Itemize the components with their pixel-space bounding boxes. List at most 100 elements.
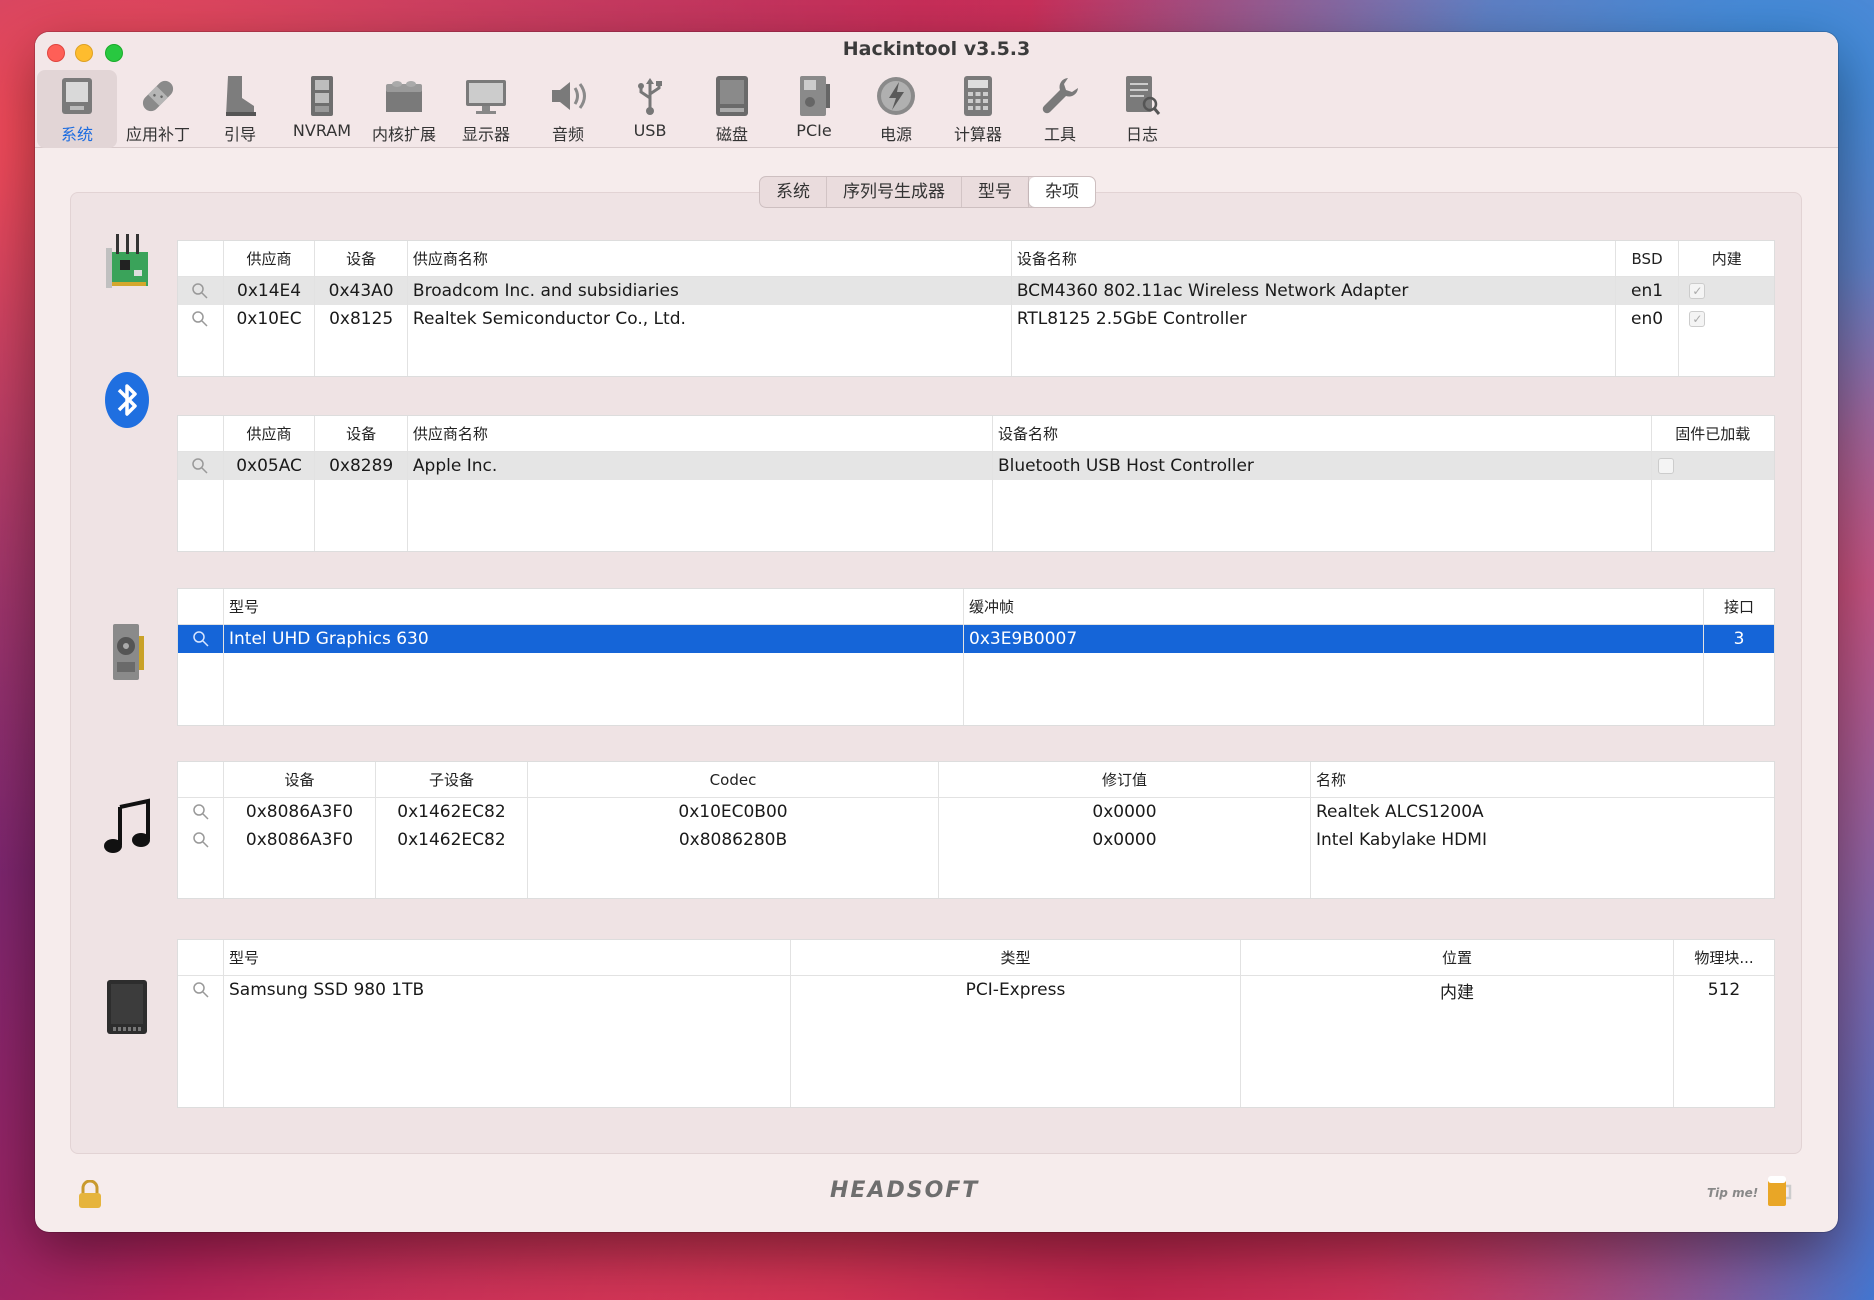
search-icon[interactable] [178, 798, 224, 826]
toolbar-pcie[interactable]: PCIe [773, 70, 855, 148]
graphics-card-icon [97, 622, 157, 682]
column-header[interactable]: 接口 [1704, 589, 1774, 624]
toolbar-display[interactable]: 显示器 [445, 70, 527, 148]
tab-misc[interactable]: 杂项 [1029, 177, 1095, 207]
toolbar-label: USB [633, 121, 667, 140]
column-header[interactable]: 设备名称 [1012, 241, 1616, 276]
network-table: 供应商 设备 供应商名称 设备名称 BSD 内建 0x14E4 0x43A0 B… [177, 240, 1775, 377]
toolbar-audio[interactable]: 音频 [527, 70, 609, 148]
toolbar-disk[interactable]: 磁盘 [691, 70, 773, 148]
search-icon[interactable] [178, 277, 224, 305]
type-cell: PCI-Express [791, 976, 1241, 1004]
beer-icon[interactable] [1765, 1172, 1793, 1212]
toolbar-usb[interactable]: USB [609, 70, 691, 148]
table-header: 型号 类型 位置 物理块... [178, 940, 1774, 976]
toolbar-label: 系统 [60, 125, 93, 144]
subdevice-cell: 0x1462EC82 [376, 826, 528, 854]
search-icon[interactable] [178, 625, 224, 653]
patch-icon [135, 74, 181, 118]
column-header[interactable]: Codec [528, 762, 939, 797]
search-icon[interactable] [178, 452, 224, 480]
device-cell: 0x8086A3F0 [224, 826, 376, 854]
search-icon[interactable] [178, 826, 224, 854]
device-cell: 0x8086A3F0 [224, 798, 376, 826]
toolbar-calculator[interactable]: 计算器 [937, 70, 1019, 148]
toolbar-boot[interactable]: 引导 [199, 70, 281, 148]
graphics-table: 型号 缓冲帧 接口 Intel UHD Graphics 630 0x3E9B0… [177, 588, 1775, 726]
builtin-checkbox[interactable]: ✓ [1679, 277, 1774, 305]
device-name-cell: Bluetooth USB Host Controller [993, 452, 1652, 480]
ports-cell: 3 [1733, 629, 1745, 649]
column-header[interactable]: 供应商名称 [408, 416, 993, 451]
builtin-checkbox[interactable]: ✓ [1679, 305, 1774, 333]
window-title: Hackintool v3.5.3 [842, 38, 1031, 60]
column-header[interactable]: 类型 [791, 940, 1241, 975]
table-row[interactable]: 0x14E4 0x43A0 Broadcom Inc. and subsidia… [178, 277, 1774, 305]
revision-cell: 0x0000 [939, 798, 1311, 826]
tip-me-link[interactable]: Tip me! [1707, 1186, 1758, 1200]
kext-icon [381, 74, 427, 118]
framebuffer-cell: 0x3E9B0007 [964, 625, 1704, 653]
toolbar-label: 引导 [223, 125, 256, 144]
tab-model[interactable]: 型号 [962, 177, 1029, 207]
table-row[interactable]: Intel UHD Graphics 630 0x3E9B0007 3 [178, 625, 1774, 653]
toolbar-kext[interactable]: 内核扩展 [363, 70, 445, 148]
column-header[interactable]: 缓冲帧 [964, 589, 1704, 624]
column-header[interactable]: 设备 [315, 416, 408, 451]
checkmark-icon: ✓ [1689, 311, 1706, 327]
column-header[interactable]: 位置 [1241, 940, 1674, 975]
search-icon[interactable] [178, 976, 224, 1004]
boot-icon [217, 74, 263, 118]
column-header[interactable]: 型号 [224, 940, 791, 975]
toolbar-log[interactable]: 日志 [1101, 70, 1183, 148]
table-header: 供应商 设备 供应商名称 设备名称 BSD 内建 [178, 241, 1774, 277]
toolbar-label: 工具 [1043, 125, 1076, 144]
tab-serial-generator[interactable]: 序列号生成器 [827, 177, 962, 207]
toolbar-power[interactable]: 电源 [855, 70, 937, 148]
device-cell: 0x43A0 [315, 277, 408, 305]
column-header[interactable]: BSD [1616, 241, 1680, 276]
column-header[interactable]: 供应商 [224, 416, 316, 451]
table-row[interactable]: Samsung SSD 980 1TB PCI-Express 内建 512 [178, 976, 1774, 1004]
system-icon [54, 74, 100, 118]
toolbar-system[interactable]: 系统 [37, 70, 117, 148]
model-cell: Samsung SSD 980 1TB [224, 976, 791, 1004]
toolbar-label: 显示器 [461, 125, 510, 144]
tab-system[interactable]: 系统 [760, 177, 827, 207]
column-header[interactable]: 固件已加载 [1652, 416, 1774, 451]
toolbar-label: 计算器 [953, 125, 1002, 144]
column-header[interactable]: 设备名称 [993, 416, 1652, 451]
column-header[interactable]: 供应商名称 [408, 241, 1012, 276]
toolbar-tools[interactable]: 工具 [1019, 70, 1101, 148]
search-icon[interactable] [178, 305, 224, 333]
firmware-loaded-checkbox[interactable] [1652, 452, 1774, 480]
column-header[interactable]: 型号 [224, 589, 964, 624]
vendor-cell: 0x05AC [224, 452, 316, 480]
column-header[interactable]: 设备 [224, 762, 376, 797]
name-cell: Intel Kabylake HDMI [1316, 830, 1487, 850]
table-row[interactable]: 0x8086A3F0 0x1462EC82 0x8086280B 0x0000 … [178, 826, 1774, 854]
music-note-icon [97, 797, 157, 857]
toolbar-label: 日志 [1125, 125, 1158, 144]
column-header[interactable]: 修订值 [939, 762, 1311, 797]
toolbar-label: PCIe [796, 121, 832, 140]
table-header: 型号 缓冲帧 接口 [178, 589, 1774, 625]
toolbar-patch[interactable]: 应用补丁 [117, 70, 199, 148]
column-header[interactable]: 设备 [315, 241, 408, 276]
column-header[interactable]: 供应商 [224, 241, 316, 276]
column-header[interactable]: 子设备 [376, 762, 528, 797]
lock-icon[interactable] [77, 1179, 103, 1214]
column-header[interactable]: 物理块... [1674, 940, 1774, 975]
vendor-cell: 0x10EC [224, 305, 316, 333]
table-row[interactable]: 0x8086A3F0 0x1462EC82 0x10EC0B00 0x0000 … [178, 798, 1774, 826]
table-row[interactable]: 0x10EC 0x8125 Realtek Semiconductor Co.,… [178, 305, 1774, 333]
power-icon [873, 74, 919, 118]
table-row[interactable]: 0x05AC 0x8289 Apple Inc. Bluetooth USB H… [178, 452, 1774, 480]
toolbar-nvram[interactable]: NVRAM [281, 70, 363, 148]
column-header[interactable]: 内建 [1679, 241, 1774, 276]
toolbar-label: 应用补丁 [125, 125, 190, 144]
audio-icon [545, 74, 591, 118]
hackintool-window: Hackintool v3.5.3 系统 应用补丁 引导 NVRAM 内核扩展 … [35, 32, 1838, 1232]
tools-icon [1037, 74, 1083, 118]
column-header[interactable]: 名称 [1311, 762, 1774, 797]
